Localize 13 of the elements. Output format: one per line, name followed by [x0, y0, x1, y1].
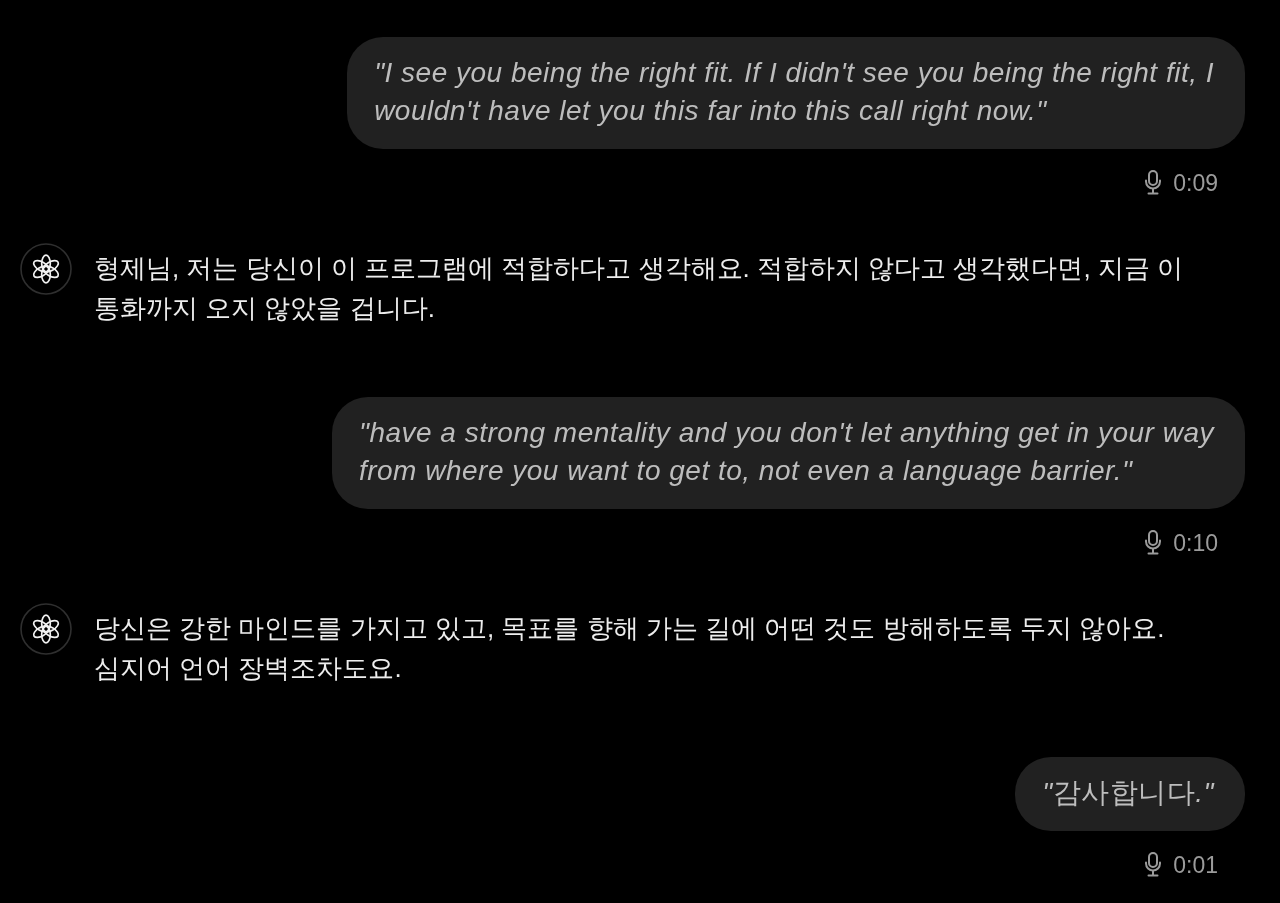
microphone-icon — [1144, 530, 1163, 555]
message-text: "I see you being the right fit. If I didn't see you being the right fit, I wouldn't have let you this far into this call right now." — [374, 56, 1214, 128]
message-text: 당신은 강한 마인드를 가지고 있고, 목표를 향해 가는 길에 어떤 것도 방해하도록 두지 않아요. 심지어 언어 장벽조차도요. — [94, 612, 1165, 685]
duration-text: 0:10 — [1173, 530, 1218, 555]
microphone-icon — [1144, 170, 1163, 195]
duration-text: 0:01 — [1173, 852, 1218, 877]
duration-text: 0:09 — [1173, 170, 1218, 195]
message-text: 형제님, 저는 당신이 이 프로그램에 적합하다고 생각해요. 적합하지 않다고 생각했다면, 지금 이 통화까지 오지 않았을 겁니다. — [94, 252, 1184, 325]
message-text: "have a strong mentality and you don't let anything get in your way from where you want to get to, not even a language barrier." — [358, 416, 1214, 488]
avatar-icon — [20, 603, 72, 655]
message-text: "감사합니다." — [1042, 776, 1214, 810]
avatar-icon — [20, 243, 72, 295]
microphone-icon — [1144, 852, 1163, 877]
